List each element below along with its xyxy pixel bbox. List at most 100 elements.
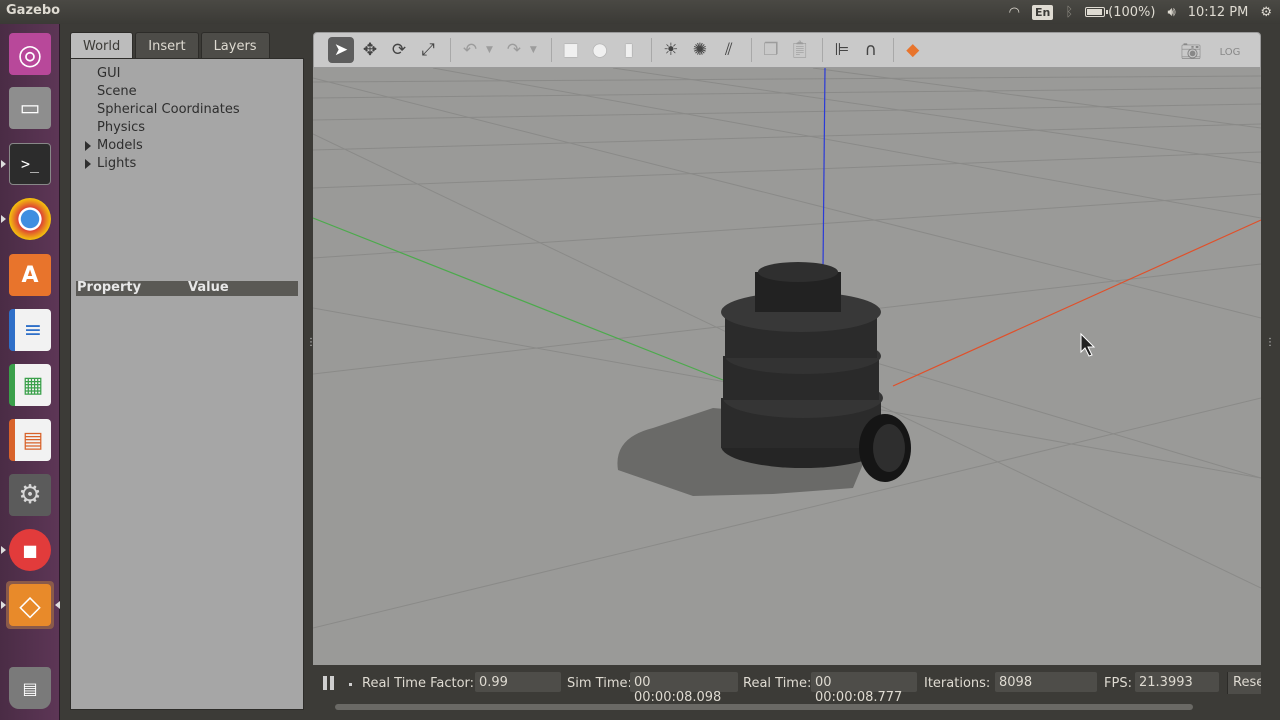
align-icon[interactable]: ⊫	[829, 37, 855, 63]
toolbar-separator	[550, 38, 552, 62]
horizontal-scrollbar[interactable]	[313, 701, 1261, 712]
software-center-icon: A	[21, 262, 39, 288]
ubuntu-logo-icon: ◎	[17, 37, 43, 71]
undo-dropdown-icon[interactable]: ▼	[486, 45, 493, 55]
tree-item-scene[interactable]: Scene	[77, 83, 240, 101]
toolbar-separator	[821, 38, 823, 62]
pause-icon[interactable]	[323, 676, 335, 690]
trash-icon: ▤	[22, 678, 38, 698]
impress-launcher[interactable]: ▤	[6, 416, 54, 464]
tree-item-spherical-coordinates[interactable]: Spherical Coordinates	[77, 101, 240, 119]
scale-mode-icon[interactable]: ⤢	[415, 37, 441, 63]
indicator-area: ◠ En ᛒ (100%) 🔊︎ 10:12 PM ⚙	[1009, 2, 1272, 22]
view-angle-icon[interactable]: ◆	[900, 37, 926, 63]
expand-arrow-icon[interactable]	[85, 141, 91, 151]
mouse-cursor-icon	[1080, 332, 1096, 357]
battery-percent: (100%)	[1108, 4, 1156, 20]
real-time-factor-value: 0.99	[475, 672, 561, 692]
tab-insert[interactable]: Insert	[135, 32, 199, 58]
scrollbar-thumb[interactable]	[335, 704, 1193, 710]
writer-launcher[interactable]: ≡	[6, 306, 54, 354]
toolbar-separator	[892, 38, 894, 62]
toolbar-separator	[650, 38, 652, 62]
fps-label: FPS:	[1104, 676, 1132, 691]
gazebo-launcher[interactable]: ◇	[1, 581, 60, 629]
x-axis-line	[892, 219, 1261, 387]
toolbar-separator	[750, 38, 752, 62]
app-title: Gazebo	[6, 3, 61, 18]
iterations-value: 8098	[995, 672, 1097, 692]
clock[interactable]: 10:12 PM	[1188, 5, 1249, 20]
undo-icon[interactable]: ↶	[457, 37, 483, 63]
turtlebot-robot[interactable]	[721, 262, 911, 482]
focused-indicator	[55, 601, 60, 609]
volume-icon[interactable]: 🔊︎	[1167, 5, 1175, 20]
bluetooth-icon[interactable]: ᛒ	[1065, 5, 1073, 20]
battery-indicator[interactable]: (100%)	[1085, 5, 1155, 20]
step-icon[interactable]	[349, 683, 352, 686]
paste-icon[interactable]: 📋︎	[787, 37, 813, 63]
settings-gear-icon: ⚙	[18, 480, 42, 510]
z-axis-line	[822, 68, 826, 269]
property-column-header[interactable]: Property	[77, 280, 141, 295]
iterations-label: Iterations:	[924, 676, 991, 691]
spot-light-icon[interactable]: ✺	[687, 37, 713, 63]
software-center-launcher[interactable]: A	[6, 251, 54, 299]
box-shape-icon[interactable]: ■	[558, 37, 584, 63]
battery-icon	[1085, 7, 1109, 17]
gazebo-icon: ◇	[19, 588, 41, 622]
running-indicator	[1, 546, 6, 554]
redo-dropdown-icon[interactable]: ▼	[530, 45, 537, 55]
record-icon: ■	[22, 540, 38, 560]
tree-item-gui[interactable]: GUI	[77, 65, 240, 83]
recorder-launcher[interactable]: ■	[1, 526, 54, 574]
directional-light-icon[interactable]: ⫽	[716, 37, 742, 63]
running-indicator	[1, 215, 6, 223]
trash-launcher[interactable]: ▤	[6, 664, 54, 712]
world-tree: GUI Scene Spherical Coordinates Physics …	[77, 65, 240, 173]
sphere-shape-icon[interactable]: ●	[587, 37, 613, 63]
cylinder-shape-icon[interactable]: ▮	[616, 37, 642, 63]
log-icon[interactable]: LOG	[1217, 39, 1243, 65]
world-tab-body: GUI Scene Spherical Coordinates Physics …	[70, 58, 304, 710]
keyboard-layout-indicator[interactable]: En	[1032, 4, 1054, 20]
system-gear-icon[interactable]: ⚙	[1260, 5, 1272, 20]
expand-arrow-icon[interactable]	[85, 159, 91, 169]
render-area: ➤ ✥ ⟳ ⤢ ↶ ▼ ↷ ▼ ■ ● ▮ ☀ ✺ ⫽ ❐ 📋︎ ⊫ ∩ ◆ 📷…	[313, 32, 1261, 712]
fps-value: 21.3993	[1135, 672, 1219, 692]
3d-viewport[interactable]	[313, 68, 1261, 665]
scene-canvas	[313, 68, 1261, 629]
property-table-header: Property Value	[76, 280, 298, 296]
rotate-mode-icon[interactable]: ⟳	[386, 37, 412, 63]
tree-item-physics[interactable]: Physics	[77, 119, 240, 137]
unity-launcher: ◎ ▭ >_ A ≡ ▦ ▤ ⚙ ■ ◇ ▤	[0, 24, 60, 720]
files-icon: ▭	[19, 95, 41, 121]
tree-item-lights[interactable]: Lights	[77, 155, 240, 173]
translate-mode-icon[interactable]: ✥	[357, 37, 383, 63]
calc-launcher[interactable]: ▦	[6, 361, 54, 409]
copy-icon[interactable]: ❐	[758, 37, 784, 63]
wifi-icon[interactable]: ◠	[1009, 5, 1020, 20]
right-splitter-handle[interactable]: ⋮	[1265, 338, 1275, 353]
tab-world[interactable]: World	[70, 32, 134, 58]
tab-layers[interactable]: Layers	[200, 32, 270, 58]
select-mode-arrow-icon[interactable]: ➤	[328, 37, 354, 63]
impress-icon: ▤	[22, 427, 44, 453]
redo-icon[interactable]: ↷	[501, 37, 527, 63]
system-settings-launcher[interactable]: ⚙	[6, 471, 54, 519]
files-launcher[interactable]: ▭	[6, 84, 54, 132]
world-panel: World Insert Layers GUI Scene Spherical …	[62, 24, 312, 720]
reset-button[interactable]: Reset	[1227, 672, 1261, 694]
chrome-launcher[interactable]	[1, 195, 54, 243]
dash-button[interactable]: ◎	[6, 30, 54, 78]
tree-item-models[interactable]: Models	[77, 137, 240, 155]
toolbar-separator	[450, 38, 451, 62]
snap-magnet-icon[interactable]: ∩	[858, 37, 884, 63]
screenshot-camera-icon[interactable]: 📷︎	[1178, 39, 1204, 65]
running-indicator	[1, 160, 6, 168]
value-column-header[interactable]: Value	[188, 280, 229, 295]
terminal-launcher[interactable]: >_	[1, 140, 54, 188]
point-light-icon[interactable]: ☀	[658, 37, 684, 63]
left-splitter-handle[interactable]: ⋮	[306, 338, 316, 353]
tree-item-label: Lights	[97, 156, 137, 171]
